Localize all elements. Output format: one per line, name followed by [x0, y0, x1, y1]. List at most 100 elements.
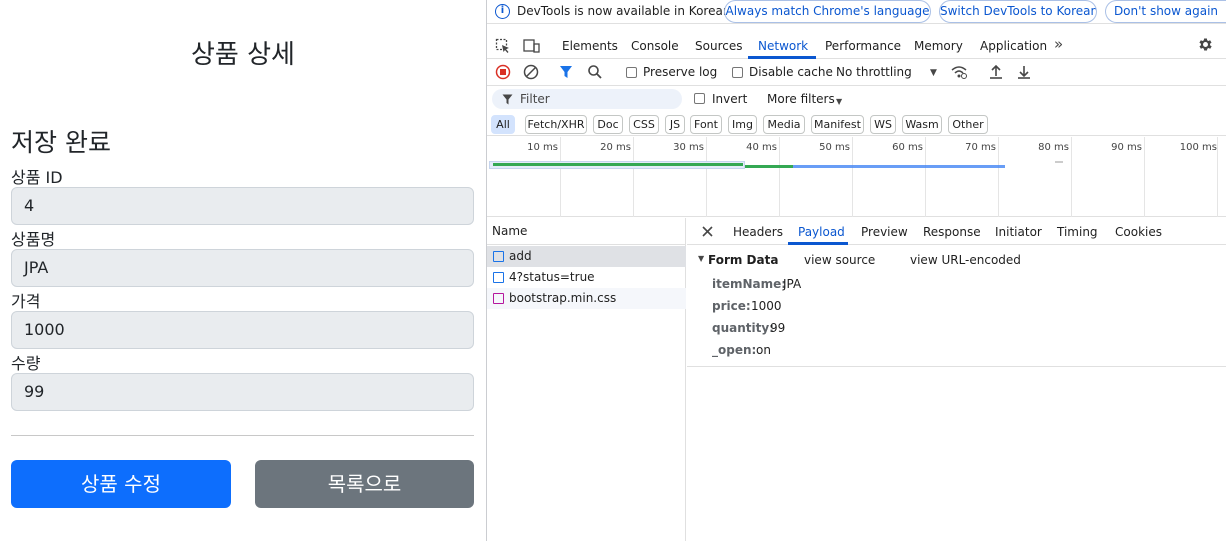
chip-font[interactable]: Font	[690, 115, 722, 134]
request-row-add[interactable]: add	[487, 246, 686, 267]
disable-cache-label: Disable cache	[749, 65, 833, 79]
form-key: price:	[712, 299, 751, 313]
tab-headers[interactable]: Headers	[733, 225, 783, 239]
saved-heading: 저장 완료	[11, 128, 111, 157]
item-name-field[interactable]: JPA	[11, 249, 474, 287]
document-icon	[493, 272, 504, 283]
network-conditions-icon[interactable]	[950, 64, 968, 80]
tick-label: 60 ms	[892, 142, 923, 153]
switch-korean-button[interactable]: Switch DevTools to Korean	[939, 0, 1097, 23]
tab-cookies[interactable]: Cookies	[1115, 225, 1162, 239]
more-filters-button[interactable]: More filters	[767, 92, 835, 106]
chevron-down-icon[interactable]: ▼	[930, 66, 937, 80]
web-page: 상품 상세 저장 완료 상품 ID 4 상품명 JPA 가격 1000 수량 9…	[0, 0, 486, 541]
match-language-button[interactable]: Always match Chrome's language	[724, 0, 931, 23]
tab-response[interactable]: Response	[923, 225, 981, 239]
tick-label: 50 ms	[819, 142, 850, 153]
search-icon[interactable]	[587, 64, 603, 80]
form-key: itemName:	[712, 277, 787, 291]
devtools-panel: i DevTools is now available in Korean! A…	[487, 0, 1226, 541]
disable-cache-checkbox[interactable]	[732, 67, 743, 78]
dont-show-again-button[interactable]: Don't show again	[1105, 0, 1226, 23]
request-list: Name add 4?status=true bootstrap.min.css	[487, 218, 686, 541]
request-detail: Headers Payload Preview Response Initiat…	[687, 218, 1226, 541]
item-id-field[interactable]: 4	[11, 187, 474, 225]
quantity-field[interactable]: 99	[11, 373, 474, 411]
chip-other[interactable]: Other	[948, 115, 988, 134]
settings-gear-icon[interactable]	[1197, 36, 1214, 53]
tab-elements[interactable]: Elements	[562, 39, 618, 53]
divider	[11, 435, 474, 436]
view-source-link[interactable]: view source	[804, 253, 875, 267]
form-key: quantity:	[712, 321, 774, 335]
request-row-status[interactable]: 4?status=true	[487, 267, 686, 288]
inspect-element-icon[interactable]	[495, 38, 511, 54]
chip-manifest[interactable]: Manifest	[811, 115, 864, 134]
tab-payload[interactable]: Payload	[798, 225, 845, 239]
preserve-log-label: Preserve log	[643, 65, 718, 79]
request-row-bootstrap[interactable]: bootstrap.min.css	[487, 288, 686, 309]
tick-label: 30 ms	[673, 142, 704, 153]
price-field[interactable]: 1000	[11, 311, 474, 349]
chip-doc[interactable]: Doc	[593, 115, 623, 134]
timeline-marker	[1055, 161, 1063, 163]
throttling-select[interactable]: No throttling	[836, 65, 912, 79]
tab-application[interactable]: Application	[980, 39, 1047, 53]
more-filters-chevron-icon: ▼	[836, 97, 843, 106]
import-har-icon[interactable]	[989, 64, 1003, 80]
tick-label: 40 ms	[746, 142, 777, 153]
request-bar-css	[793, 165, 1005, 168]
chip-wasm[interactable]: Wasm	[902, 115, 942, 134]
form-data-section: ▼ Form Data view source view URL-encoded…	[687, 245, 1226, 367]
chip-media[interactable]: Media	[763, 115, 805, 134]
tab-timing[interactable]: Timing	[1057, 225, 1098, 239]
chip-all[interactable]: All	[491, 115, 515, 134]
tick-label: 70 ms	[965, 142, 996, 153]
edit-item-button[interactable]: 상품 수정	[11, 460, 231, 508]
timeline-overview[interactable]: 10 ms 20 ms 30 ms 40 ms 50 ms 60 ms 70 m…	[487, 137, 1226, 217]
record-stop-icon[interactable]	[495, 64, 511, 80]
preserve-log-checkbox[interactable]	[626, 67, 637, 78]
page-title: 상품 상세	[191, 40, 295, 70]
view-url-encoded-link[interactable]: view URL-encoded	[910, 253, 1021, 267]
network-toolbar: Preserve log Disable cache No throttling…	[487, 59, 1226, 86]
devtools-tabbar: Elements Console Sources Network Perform…	[487, 32, 1226, 59]
tab-sources[interactable]: Sources	[695, 39, 742, 53]
device-toolbar-icon[interactable]	[523, 38, 541, 54]
invert-checkbox[interactable]	[694, 93, 705, 104]
name-column-header[interactable]: Name	[487, 218, 686, 245]
filter-funnel-icon[interactable]	[559, 65, 573, 79]
document-icon	[493, 251, 504, 262]
form-value: on	[756, 343, 771, 357]
form-key: _open:	[712, 343, 757, 357]
item-name-label: 상품명	[11, 230, 56, 249]
expand-triangle-icon[interactable]: ▼	[698, 254, 704, 263]
export-har-icon[interactable]	[1017, 64, 1031, 80]
tab-preview[interactable]: Preview	[861, 225, 908, 239]
detail-tabbar: Headers Payload Preview Response Initiat…	[687, 218, 1226, 245]
form-data-title[interactable]: Form Data	[708, 253, 778, 267]
back-to-list-button[interactable]: 목록으로	[255, 460, 474, 508]
request-bar-status	[745, 165, 793, 168]
chip-js[interactable]: JS	[665, 115, 685, 134]
close-icon[interactable]	[702, 226, 713, 237]
tab-performance[interactable]: Performance	[825, 39, 901, 53]
more-tabs-icon[interactable]: »	[1054, 35, 1063, 53]
infobar-text: DevTools is now available in Korean!	[517, 4, 736, 18]
form-value: 1000	[751, 299, 782, 313]
clear-icon[interactable]	[523, 64, 539, 80]
tick-label: 100 ms	[1179, 142, 1217, 153]
tab-network[interactable]: Network	[758, 39, 808, 53]
tab-console[interactable]: Console	[631, 39, 679, 53]
tab-initiator[interactable]: Initiator	[995, 225, 1042, 239]
chip-fetch-xhr[interactable]: Fetch/XHR	[525, 115, 587, 134]
chip-img[interactable]: Img	[728, 115, 757, 134]
item-id-label: 상품 ID	[11, 168, 63, 187]
chip-css[interactable]: CSS	[629, 115, 659, 134]
tab-memory[interactable]: Memory	[914, 39, 963, 53]
filter-row: Filter Invert More filters ▼ All Fetch/X…	[487, 86, 1226, 136]
form-value: 99	[770, 321, 786, 335]
filter-input[interactable]: Filter	[492, 89, 682, 109]
language-infobar: i DevTools is now available in Korean! A…	[487, 0, 1226, 24]
chip-ws[interactable]: WS	[870, 115, 896, 134]
